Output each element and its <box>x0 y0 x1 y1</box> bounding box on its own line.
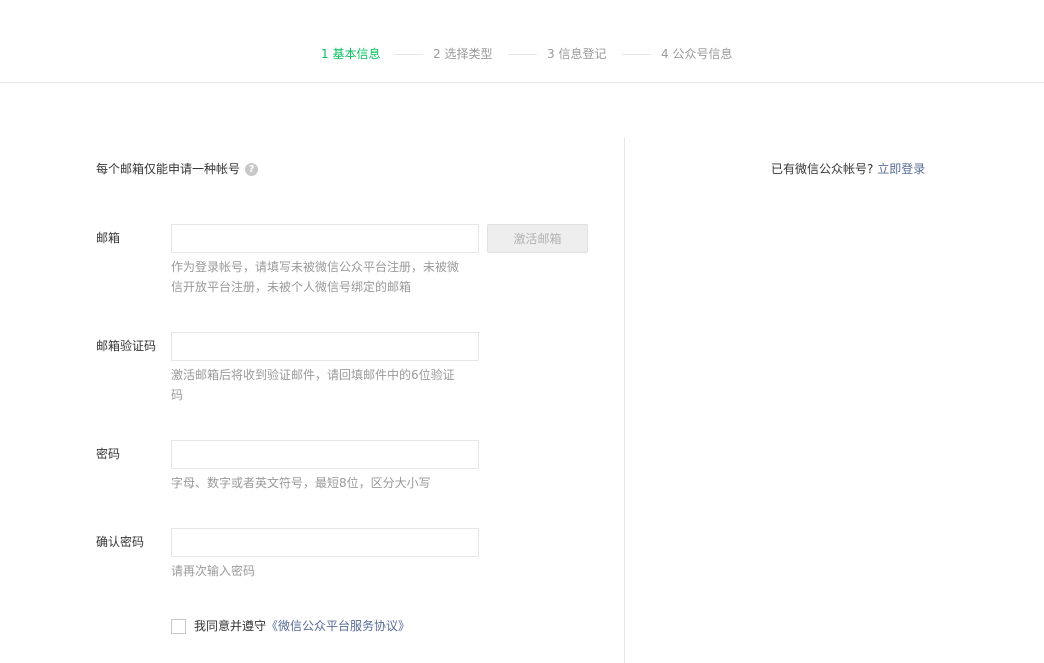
step-basic-info: 1 基本信息 <box>321 47 381 61</box>
step-account-info: 4 公众号信息 <box>661 47 733 61</box>
login-tip: 已有微信公众帐号? 立即登录 <box>771 160 925 178</box>
email-hint: 作为登录帐号，请填写未被微信公众平台注册，未被微信开放平台注册，未被个人微信号绑… <box>171 260 460 294</box>
agreement: 我同意并遵守 《微信公众平台服务协议》 <box>171 617 410 635</box>
agreement-text: 我同意并遵守 <box>194 619 267 633</box>
password-hint: 字母、数字或者英文符号，最短8位，区分大小写 <box>171 476 431 490</box>
activate-email-button[interactable]: 激活邮箱 <box>487 224 588 253</box>
email-label: 邮箱 <box>96 231 121 245</box>
login-tip-text: 已有微信公众帐号? <box>771 162 874 176</box>
top-bar: 1 基本信息 2 选择类型 3 信息登记 4 公众号信息 <box>0 0 1044 83</box>
notice: 每个邮箱仅能申请一种帐号 ? <box>96 160 259 178</box>
email-code-input[interactable] <box>171 332 479 361</box>
agreement-checkbox[interactable] <box>171 618 186 634</box>
step-separator <box>508 54 537 55</box>
confirm-password-input[interactable] <box>171 528 479 557</box>
login-link[interactable]: 立即登录 <box>877 162 925 176</box>
email-code-label: 邮箱验证码 <box>96 339 157 353</box>
notice-text: 每个邮箱仅能申请一种帐号 <box>96 162 241 176</box>
step-info-register: 3 信息登记 <box>547 47 607 61</box>
step-indicator: 1 基本信息 2 选择类型 3 信息登记 4 公众号信息 <box>0 45 1044 63</box>
confirm-password-hint: 请再次输入密码 <box>171 564 256 578</box>
password-label: 密码 <box>96 447 121 461</box>
email-code-hint: 激活邮箱后将收到验证邮件，请回填邮件中的6位验证码 <box>171 368 455 402</box>
password-input[interactable] <box>171 440 479 469</box>
column-divider <box>624 137 625 663</box>
step-separator <box>394 54 423 55</box>
email-input[interactable] <box>171 224 479 253</box>
step-select-type: 2 选择类型 <box>433 47 493 61</box>
help-icon[interactable]: ? <box>245 162 259 176</box>
agreement-link[interactable]: 《微信公众平台服务协议》 <box>266 617 410 635</box>
confirm-password-label: 确认密码 <box>96 535 145 549</box>
step-separator <box>622 54 651 55</box>
